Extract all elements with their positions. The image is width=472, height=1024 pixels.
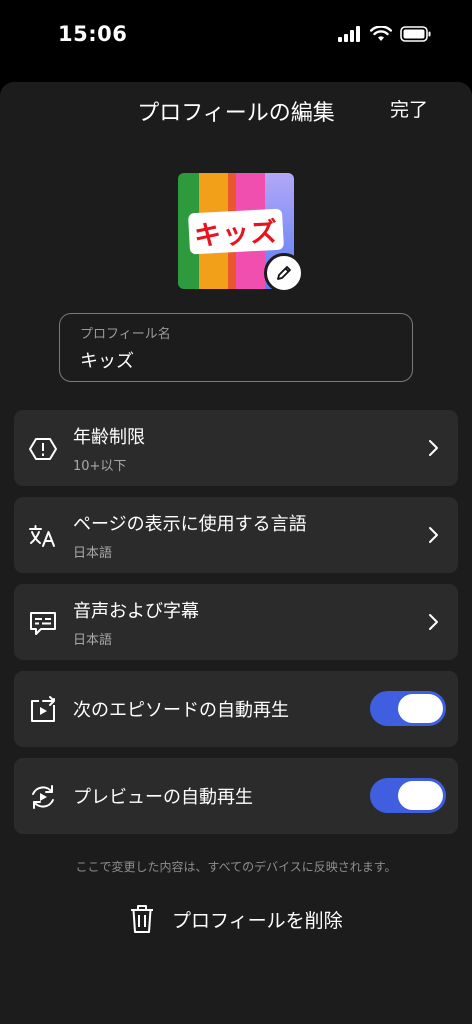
- autoplay-preview-icon: [28, 782, 58, 812]
- battery-icon: [400, 26, 431, 42]
- sync-footnote: ここで変更した内容は、すべてのデバイスに反映されます。: [75, 860, 397, 874]
- row-subtitle: 日本語: [73, 546, 113, 561]
- row-title: 年齢制限: [73, 427, 145, 448]
- avatar-label: キッズ: [182, 208, 290, 254]
- settings-row-display-language[interactable]: ページの表示に使用する言語 日本語: [14, 497, 458, 573]
- signal-icon: [338, 26, 360, 42]
- done-button[interactable]: 完了: [390, 95, 428, 122]
- autoplay-preview-toggle[interactable]: [370, 778, 446, 813]
- status-icons: [338, 26, 432, 42]
- row-title: 次のエピソードの自動再生: [73, 700, 289, 721]
- pencil-icon: [277, 266, 291, 280]
- profile-name-field[interactable]: プロフィール名 キッズ: [59, 313, 413, 382]
- avatar-label-text: キッズ: [187, 208, 285, 254]
- autoplay-next-icon: [28, 695, 58, 725]
- status-bar: 15:06: [0, 0, 472, 80]
- row-title: 音声および字幕: [73, 601, 199, 622]
- translate-icon: [28, 521, 58, 551]
- row-subtitle: 10+以下: [73, 459, 127, 474]
- settings-row-age-restriction[interactable]: 年齢制限 10+以下: [14, 410, 458, 486]
- delete-profile-button[interactable]: プロフィールを削除: [130, 904, 343, 934]
- toggle-knob: [398, 781, 443, 810]
- settings-row-autoplay-preview: プレビューの自動再生: [14, 758, 458, 834]
- toggle-knob: [398, 694, 443, 723]
- row-title: ページの表示に使用する言語: [73, 514, 307, 535]
- chevron-right-icon: [429, 440, 438, 456]
- settings-row-audio-subtitles[interactable]: 音声および字幕 日本語: [14, 584, 458, 660]
- avatar-container[interactable]: キッズ: [178, 173, 304, 293]
- edit-avatar-button[interactable]: [264, 253, 304, 293]
- chevron-right-icon: [429, 614, 438, 630]
- trash-icon: [131, 905, 153, 933]
- row-title: プレビューの自動再生: [73, 787, 253, 808]
- edit-profile-sheet: プロフィールの編集 完了 キッズ プロフィール名 キッズ 年齢制限 10+以下 …: [0, 82, 472, 1024]
- warning-hexagon-icon: [28, 434, 58, 464]
- subtitles-icon: [28, 608, 58, 638]
- settings-row-autoplay-next: 次のエピソードの自動再生: [14, 671, 458, 747]
- wifi-icon: [370, 26, 392, 41]
- delete-profile-label: プロフィールを削除: [172, 909, 343, 932]
- profile-name-value[interactable]: キッズ: [80, 347, 134, 373]
- row-subtitle: 日本語: [73, 633, 113, 648]
- chevron-right-icon: [429, 527, 438, 543]
- status-time: 15:06: [58, 22, 128, 46]
- autoplay-next-toggle[interactable]: [370, 691, 446, 726]
- profile-name-label: プロフィール名: [80, 327, 171, 342]
